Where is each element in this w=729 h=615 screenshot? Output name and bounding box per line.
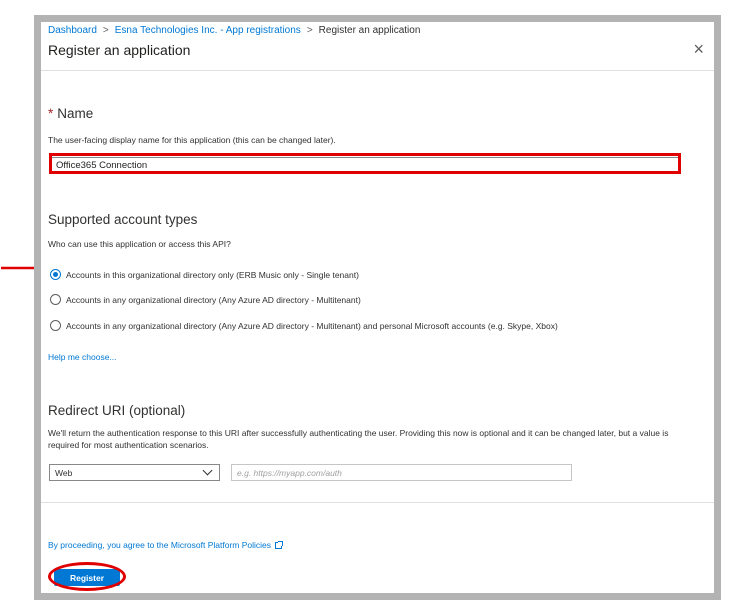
redirect-uri-description: We'll return the authentication response…	[48, 428, 669, 450]
breadcrumb-separator: >	[306, 25, 313, 36]
radio-option-multitenant-personal[interactable]: Accounts in any organizational directory…	[50, 320, 558, 331]
breadcrumb-app-registrations[interactable]: Esna Technologies Inc. - App registratio…	[115, 25, 301, 36]
radio-button-selected[interactable]	[50, 269, 61, 280]
radio-button[interactable]	[50, 294, 61, 305]
breadcrumb-dashboard[interactable]: Dashboard	[48, 25, 97, 36]
radio-label: Accounts in this organizational director…	[66, 269, 359, 280]
name-input[interactable]	[51, 157, 679, 173]
breadcrumb: Dashboard > Esna Technologies Inc. - App…	[48, 25, 420, 36]
platform-select[interactable]: Web	[49, 464, 220, 481]
name-description: The user-facing display name for this ap…	[48, 135, 336, 145]
account-types-question: Who can use this application or access t…	[48, 239, 231, 249]
divider	[41, 502, 714, 503]
divider	[41, 70, 714, 71]
radio-label: Accounts in any organizational directory…	[66, 320, 558, 331]
help-me-choose-link[interactable]: Help me choose...	[48, 352, 117, 362]
required-mark: *	[48, 106, 54, 121]
register-button[interactable]: Register	[54, 569, 120, 586]
radio-button[interactable]	[50, 320, 61, 331]
name-label: Name	[57, 106, 94, 121]
radio-label: Accounts in any organizational directory…	[66, 294, 361, 305]
breadcrumb-current: Register an application	[318, 25, 421, 36]
platform-select-value: Web	[55, 467, 73, 478]
redirect-uri-input[interactable]	[231, 464, 572, 481]
platform-policies-link[interactable]: By proceeding, you agree to the Microsof…	[48, 540, 283, 550]
redirect-uri-heading: Redirect URI (optional)	[48, 403, 186, 418]
account-types-heading: Supported account types	[48, 212, 198, 227]
register-app-blade: Dashboard > Esna Technologies Inc. - App…	[34, 15, 721, 600]
external-link-icon	[275, 541, 283, 550]
name-heading: * Name	[48, 106, 93, 121]
page-title: Register an application	[48, 42, 191, 58]
close-icon[interactable]: ×	[693, 40, 704, 58]
breadcrumb-separator: >	[102, 25, 109, 36]
radio-option-single-tenant[interactable]: Accounts in this organizational director…	[50, 269, 359, 280]
radio-option-multitenant[interactable]: Accounts in any organizational directory…	[50, 294, 361, 305]
platform-policies-text: By proceeding, you agree to the Microsof…	[48, 540, 271, 550]
chevron-down-icon	[202, 465, 213, 476]
